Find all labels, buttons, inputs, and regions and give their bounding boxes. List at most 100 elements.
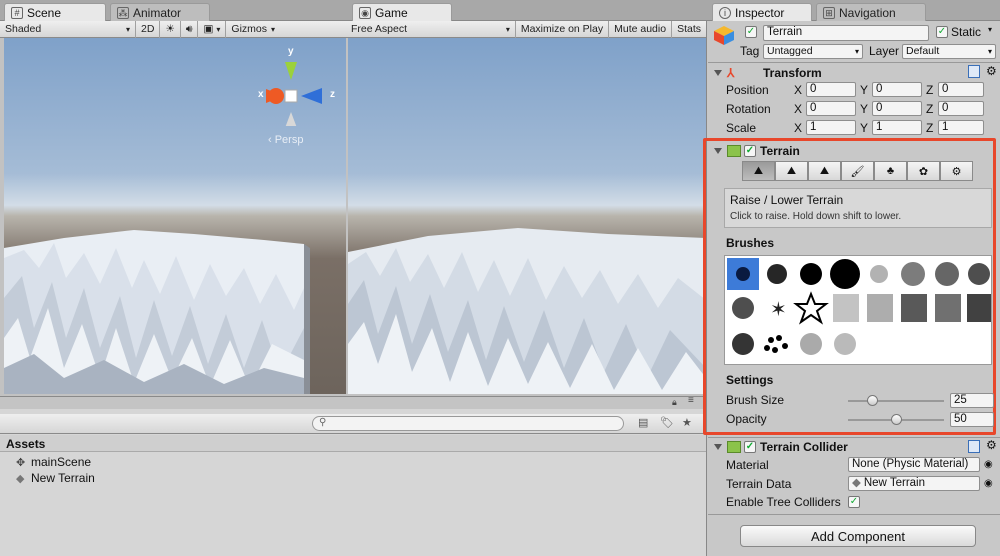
scale-x-field[interactable]: 1 xyxy=(806,120,856,135)
collider-enabled-checkbox[interactable]: ✓ xyxy=(744,441,756,453)
filter-by-label-icon[interactable]: 🏷︎ xyxy=(660,416,674,429)
tab-scene-label: Scene xyxy=(27,5,62,20)
transform-header[interactable]: ⅄ Transform ⚙ xyxy=(708,64,1000,82)
place-trees-tool-button[interactable]: ♣ xyxy=(874,161,907,181)
opacity-slider-handle[interactable] xyxy=(891,414,902,425)
tab-animator[interactable]: ⁂ Animator xyxy=(110,3,210,21)
foldout-arrow-icon xyxy=(714,70,722,76)
tree-icon: ♣ xyxy=(886,165,895,177)
stats-toggle[interactable]: Stats xyxy=(672,21,706,38)
dropdown-arrow-icon: ▾ xyxy=(505,24,510,34)
asset-label: New Terrain xyxy=(31,471,95,485)
transform-row-position: Position X0 Y0 Z0 xyxy=(708,82,1000,97)
help-book-icon[interactable] xyxy=(968,440,980,453)
position-x-field[interactable]: 0 xyxy=(806,82,856,97)
paint-details-tool-button[interactable]: ✿ xyxy=(907,161,940,181)
rotation-z-field[interactable]: 0 xyxy=(938,101,984,116)
tab-navigation[interactable]: ⊞ Navigation xyxy=(816,3,926,21)
help-book-icon[interactable] xyxy=(968,65,980,78)
object-picker-icon[interactable]: ◉ xyxy=(984,478,993,489)
paint-height-tool-button[interactable]: ⛰ xyxy=(775,161,808,181)
opacity-slider[interactable] xyxy=(848,414,944,425)
asset-item-mainscene[interactable]: ✥ mainScene xyxy=(16,455,91,469)
terrain-data-row: Terrain Data ◆ New Terrain ◉ xyxy=(708,476,1000,491)
gear-icon[interactable]: ⚙ xyxy=(986,64,997,78)
game-viewport[interactable] xyxy=(348,38,706,394)
scene-toolbar: Shaded ▾ 2D ☀ 🔊︎ ▣ ▾ Gizmos ▾ xyxy=(0,20,346,38)
settings-label: Settings xyxy=(726,373,774,387)
tag-label: Tag xyxy=(740,44,760,58)
opacity-field[interactable]: 50 xyxy=(950,412,994,427)
terrain-enabled-checkbox[interactable]: ✓ xyxy=(744,145,756,157)
material-row: Material None (Physic Material) ◉ xyxy=(708,457,1000,472)
brush-size-value: 25 xyxy=(954,394,967,406)
scale-y-field[interactable]: 1 xyxy=(872,120,922,135)
gear-icon[interactable]: ⚙ xyxy=(986,438,997,452)
rotation-x-field[interactable]: 0 xyxy=(806,101,856,116)
dropdown-arrow-icon[interactable]: ▾ xyxy=(988,25,992,34)
tree-colliders-checkbox[interactable]: ✓ xyxy=(848,496,860,508)
tool-help-box: Raise / Lower Terrain Click to raise. Ho… xyxy=(724,188,992,228)
aspect-value: Free Aspect xyxy=(351,23,408,35)
material-label: Material xyxy=(726,457,769,472)
active-checkbox[interactable]: ✓ xyxy=(745,26,757,38)
transform-row-rotation: Rotation X0 Y0 Z0 xyxy=(708,101,1000,116)
terrain-settings-tool-button[interactable]: ⚙ xyxy=(940,161,973,181)
tool-title: Raise / Lower Terrain xyxy=(730,193,844,207)
aspect-dropdown[interactable]: Free Aspect ▾ xyxy=(346,20,516,38)
terrain-asset-icon: ◆ xyxy=(16,472,25,485)
2d-toggle[interactable]: 2D xyxy=(136,20,161,38)
brush-size-field[interactable]: 25 xyxy=(950,393,994,408)
gizmos-dropdown[interactable]: Gizmos ▾ xyxy=(226,21,280,38)
maximize-on-play-toggle[interactable]: Maximize on Play xyxy=(516,20,610,38)
add-component-button[interactable]: Add Component xyxy=(740,525,976,547)
position-y-field[interactable]: 0 xyxy=(872,82,922,97)
smooth-height-tool-button[interactable]: ⛰ xyxy=(808,161,841,181)
audio-toggle[interactable]: 🔊︎ xyxy=(181,20,199,38)
lighting-toggle[interactable]: ☀ xyxy=(160,20,181,38)
tab-animator-label: Animator xyxy=(133,5,182,20)
shading-value: Shaded xyxy=(5,23,42,35)
dropdown-arrow-icon: ▾ xyxy=(216,24,221,34)
scene-viewport[interactable]: y x z ‹ Persp xyxy=(4,38,346,394)
orientation-gizmo[interactable]: y x z ‹ Persp xyxy=(254,46,338,150)
filter-by-type-icon[interactable]: ▤ xyxy=(638,416,648,429)
raise-lower-tool-button[interactable]: ⛰ xyxy=(742,161,775,181)
project-search-input[interactable]: ⚲ xyxy=(312,416,624,431)
position-z-field[interactable]: 0 xyxy=(938,82,984,97)
smooth-height-icon: ⛰ xyxy=(819,164,830,177)
terrain-collider-header[interactable]: ✓ Terrain Collider ⚙ xyxy=(708,438,1000,456)
unity-scene-icon: ✥ xyxy=(16,456,26,469)
lock-icon[interactable]: 🔒︎ xyxy=(672,397,677,408)
paint-texture-tool-button[interactable]: 🖌︎ xyxy=(841,161,874,181)
terrain-asset-icon: ◆ xyxy=(852,477,861,489)
shading-dropdown[interactable]: Shaded ▾ xyxy=(0,20,136,38)
tag-dropdown[interactable]: Untagged ▾ xyxy=(763,44,863,59)
position-x-value: 0 xyxy=(810,83,817,95)
tab-inspector[interactable]: i Inspector xyxy=(712,3,812,21)
tab-game[interactable]: ◉ Game xyxy=(352,3,452,21)
assets-header-label: Assets xyxy=(6,437,46,451)
dropdown-arrow-icon: ▾ xyxy=(854,47,859,56)
panel-menu-icon[interactable]: ≡ xyxy=(688,395,694,406)
mute-audio-toggle[interactable]: Mute audio xyxy=(609,20,673,38)
material-field[interactable]: None (Physic Material) xyxy=(848,457,980,472)
projection-label[interactable]: ‹ Persp xyxy=(268,134,303,146)
static-checkbox[interactable]: ✓ xyxy=(936,26,948,38)
rotation-y-field[interactable]: 0 xyxy=(872,101,922,116)
brush-grid[interactable]: ✶ xyxy=(724,255,992,365)
brush-size-slider-handle[interactable] xyxy=(867,395,878,406)
layer-dropdown[interactable]: Default ▾ xyxy=(902,44,996,59)
terrain-data-field[interactable]: ◆ New Terrain xyxy=(848,476,980,491)
brush-size-slider[interactable] xyxy=(848,395,944,406)
object-name-field[interactable]: Terrain xyxy=(763,25,929,41)
asset-item-new-terrain[interactable]: ◆ New Terrain xyxy=(16,471,95,485)
tab-scene[interactable]: # Scene xyxy=(4,3,106,21)
effects-dropdown[interactable]: ▣ ▾ xyxy=(198,20,227,38)
tool-help-text: Click to raise. Hold down shift to lower… xyxy=(730,211,902,222)
terrain-component-header[interactable]: ✓ Terrain xyxy=(708,142,1000,160)
favorite-star-icon[interactable]: ★ xyxy=(682,416,692,429)
tree-colliders-row: Enable Tree Colliders ✓ xyxy=(708,495,1000,509)
scale-z-field[interactable]: 1 xyxy=(938,120,984,135)
object-picker-icon[interactable]: ◉ xyxy=(984,459,993,470)
